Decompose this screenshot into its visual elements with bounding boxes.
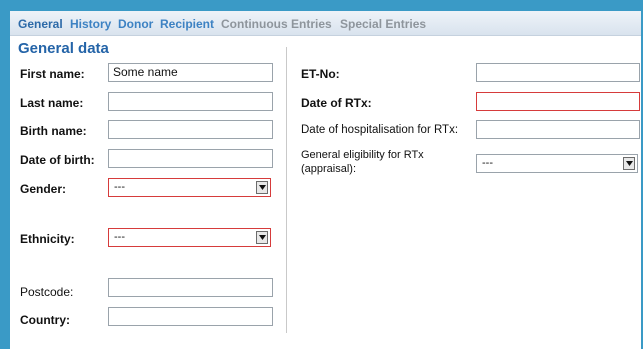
tab-recipient[interactable]: Recipient (160, 17, 214, 31)
chevron-down-icon[interactable] (256, 181, 268, 194)
country-input[interactable] (108, 307, 273, 326)
first-name-input[interactable]: Some name (108, 63, 273, 82)
et-no-input[interactable] (476, 63, 640, 82)
tab-general[interactable]: General (18, 17, 63, 31)
tab-continuous-entries[interactable]: Continuous Entries (221, 17, 332, 31)
ethnicity-select[interactable]: --- (108, 228, 271, 247)
tab-bar: General History Donor Recipient Continuo… (10, 11, 641, 36)
eligibility-label: General eligibility for RTx (appraisal): (301, 149, 424, 175)
eligibility-select[interactable]: --- (476, 154, 638, 173)
chevron-down-icon[interactable] (256, 231, 268, 244)
form-panel: General History Donor Recipient Continuo… (10, 11, 641, 349)
et-no-label: ET-No: (301, 67, 340, 81)
birth-name-input[interactable] (108, 120, 273, 139)
tab-donor[interactable]: Donor (118, 17, 153, 31)
date-of-birth-label: Date of birth: (20, 153, 95, 167)
date-rtx-input[interactable] (476, 92, 640, 111)
date-hospitalisation-label: Date of hospitalisation for RTx: (301, 124, 459, 136)
column-divider (286, 47, 287, 333)
chevron-down-icon[interactable] (623, 157, 635, 170)
gender-select[interactable]: --- (108, 178, 271, 197)
birth-name-label: Birth name: (20, 124, 87, 138)
tab-special-entries[interactable]: Special Entries (340, 17, 426, 31)
section-title: General data (18, 40, 109, 57)
ethnicity-label: Ethnicity: (20, 232, 75, 246)
date-rtx-label: Date of RTx: (301, 96, 372, 110)
last-name-input[interactable] (108, 92, 273, 111)
first-name-label: First name: (20, 67, 85, 81)
ethnicity-select-value: --- (114, 231, 125, 243)
postcode-label: Postcode: (20, 285, 74, 299)
postcode-input[interactable] (108, 278, 273, 297)
gender-label: Gender: (20, 182, 67, 196)
eligibility-select-value: --- (482, 157, 493, 169)
date-of-birth-input[interactable] (108, 149, 273, 168)
last-name-label: Last name: (20, 96, 84, 110)
country-label: Country: (20, 313, 70, 327)
gender-select-value: --- (114, 181, 125, 193)
date-hospitalisation-input[interactable] (476, 120, 640, 139)
tab-history[interactable]: History (70, 17, 111, 31)
